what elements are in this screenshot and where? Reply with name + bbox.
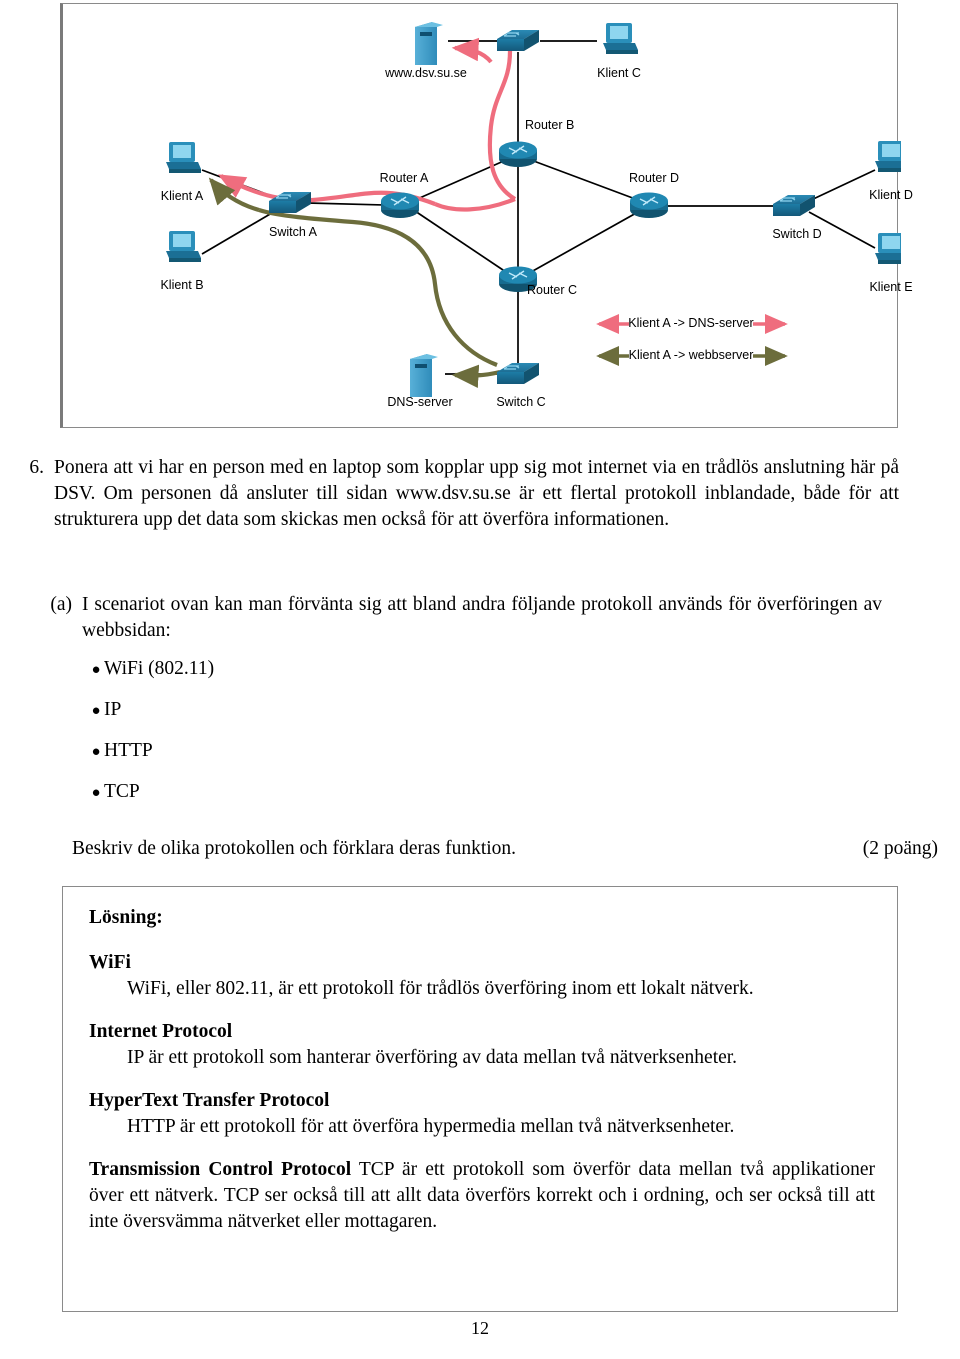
label-klient-d: Klient D [869,188,913,202]
solution-entry-wifi: WiFi WiFi, eller 802.11, är ett protokol… [89,950,875,1002]
label-switch-a: Switch A [269,225,317,239]
list-item: ● WiFi (802.11) [88,658,788,699]
list-item: ● IP [88,699,788,740]
device-router-b [499,141,537,167]
solution-title: Lösning: [89,907,163,928]
solution-entry-http: HyperText Transfer Protocol HTTP är ett … [89,1088,875,1140]
label-router-b: Router B [525,118,575,132]
label-klient-c: Klient C [597,66,641,80]
solution-body: WiFi, eller 802.11, är ett protokoll för… [127,978,754,999]
device-server-dns [410,354,438,397]
label-router-a: Router A [379,171,429,185]
solution-entry-ip: Internet Protocol IP är ett protokoll so… [89,1019,875,1071]
solution-entry-tcp: Transmission Control Protocol TCP är ett… [89,1157,875,1235]
device-server-webserver [415,22,443,65]
device-pc-klient-a [166,142,201,173]
bullet-label: WiFi (802.11) [104,658,215,679]
solution-body: IP är ett protokoll som hanterar överför… [127,1047,738,1068]
label-router-d: Router D [628,171,680,185]
device-pc-klient-e [875,233,901,264]
solution-heading: HyperText Transfer Protocol [89,1090,330,1111]
label-klient-e: Klient E [869,280,913,294]
bullet-label: HTTP [104,740,153,761]
label-klient-a: Klient A [160,189,204,203]
device-switch-c [497,363,539,384]
points-label: (2 poäng) [862,838,938,859]
device-pc-klient-b [166,231,201,262]
device-router-d [630,192,668,218]
solution-heading: Internet Protocol [89,1021,233,1042]
page-number: 12 [471,1318,489,1338]
bullet-dot-icon: ● [91,703,101,719]
bullet-label: IP [104,699,122,720]
instruction-row: Beskriv de olika protokollen och förklar… [72,838,938,860]
instruction-text: Beskriv de olika protokollen och förklar… [72,838,517,859]
device-pc-klient-c [603,23,638,54]
network-diagram-canvas [166,22,901,397]
solution-body: HTTP är ett protokoll för att överföra h… [127,1116,735,1137]
device-router-a [381,192,419,218]
solution-heading: Transmission Control Protocol [89,1159,352,1180]
label-webserver: www.dsv.su.se [385,66,467,80]
device-switch-d [773,195,815,216]
question-number: 6. [29,457,44,478]
bullet-label: TCP [104,781,140,802]
device-switch-b [497,30,539,51]
subquestion-a: (a) I scenariot ovan kan man förvänta si… [0,592,960,644]
list-item: ● TCP [88,781,788,822]
label-switch-c: Switch C [496,395,546,409]
dns-flow-path [218,37,517,212]
subquestion-text: I scenariot ovan kan man förvänta sig at… [82,594,882,641]
bullet-dot-icon: ● [91,744,101,760]
subquestion-label: (a) [50,594,72,615]
device-pc-klient-d [875,141,901,172]
question-block: 6. Ponera att vi har en person med en la… [0,455,960,533]
solution-heading: WiFi [89,952,131,973]
legend-label-web: Klient A -> webbserver [628,348,754,362]
label-dns-server: DNS-server [387,395,453,409]
label-router-c: Router C [527,283,578,297]
legend-label-dns: Klient A -> DNS-server [628,316,754,330]
solution-box: Lösning: WiFi WiFi, eller 802.11, är ett… [62,886,898,1312]
network-diagram: www.dsv.su.se Klient C Router B Router A… [60,3,913,428]
list-item: ● HTTP [88,740,788,781]
bullet-dot-icon: ● [91,662,101,678]
label-klient-b: Klient B [160,278,204,292]
protocol-bullet-list: ● WiFi (802.11) ● IP ● HTTP ● TCP [88,658,788,822]
label-switch-d: Switch D [772,227,822,241]
bullet-dot-icon: ● [91,785,101,801]
question-text: Ponera att vi har en person med en lapto… [54,457,899,530]
